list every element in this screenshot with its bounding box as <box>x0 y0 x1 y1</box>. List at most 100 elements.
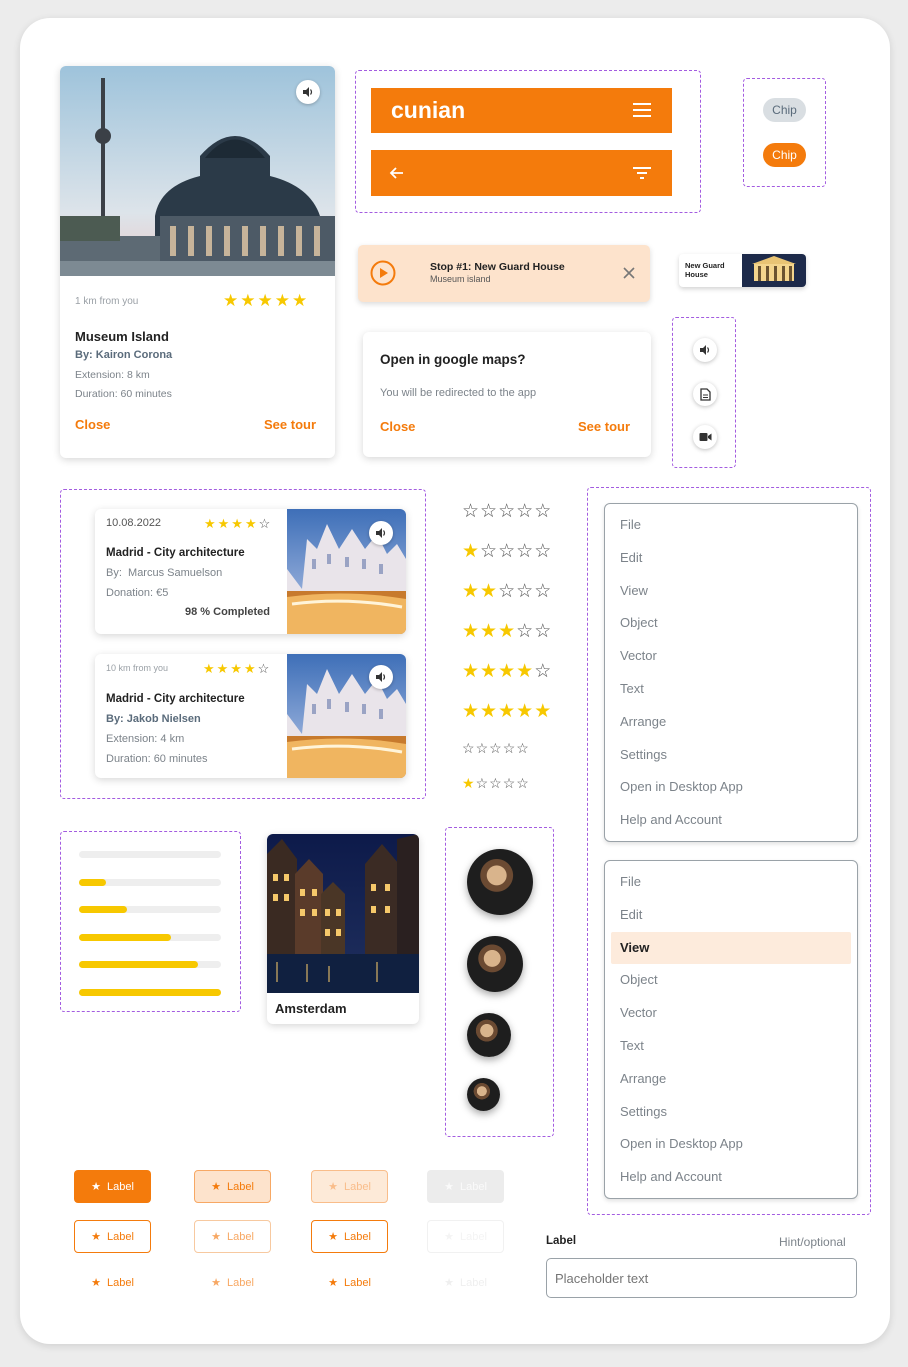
star-icon[interactable]: ★ <box>516 661 534 682</box>
sound-button[interactable] <box>369 521 393 545</box>
menu-item-file[interactable]: File <box>605 866 857 899</box>
filter-button[interactable] <box>633 165 651 181</box>
video-fab[interactable] <box>693 425 717 449</box>
menu-item-view[interactable]: View <box>611 931 851 965</box>
star-icon[interactable]: ★ <box>462 581 480 602</box>
menu-item-view[interactable]: View <box>605 575 857 608</box>
chip-selected[interactable]: Chip <box>763 143 806 167</box>
menu-item-vector[interactable]: Vector <box>605 640 857 673</box>
menu-item-text[interactable]: Text <box>605 673 857 706</box>
star-rating-row[interactable]: ★☆☆☆☆ <box>462 540 552 563</box>
star-icon[interactable]: ☆ <box>480 541 498 562</box>
star-icon[interactable]: ☆ <box>489 740 503 756</box>
stop-banner[interactable]: Stop #1: New Guard House Museum island <box>358 245 650 302</box>
star-rating-row[interactable]: ☆☆☆☆☆ <box>462 740 530 757</box>
star-icon[interactable]: ★ <box>498 621 516 642</box>
label-button-outlined-disabled[interactable]: ★ Label <box>427 1220 504 1253</box>
mini-place-card[interactable]: New Guard House <box>679 254 806 287</box>
label-button-filled-pressed[interactable]: ★ Label <box>311 1170 388 1203</box>
star-rating-row[interactable]: ★★★★★ <box>462 700 552 723</box>
label-button-outlined-default[interactable]: ★ Label <box>74 1220 151 1253</box>
label-button-filled-hover[interactable]: ★ Label <box>194 1170 271 1203</box>
menu-item-text[interactable]: Text <box>605 1030 857 1063</box>
star-icon[interactable]: ☆ <box>498 501 516 522</box>
star-icon[interactable]: ☆ <box>480 501 498 522</box>
menu-item-settings[interactable]: Settings <box>605 739 857 772</box>
star-icon[interactable]: ☆ <box>476 740 490 756</box>
menu-item-open-in-desktop-app[interactable]: Open in Desktop App <box>605 1128 857 1161</box>
star-icon[interactable]: ★ <box>498 661 516 682</box>
document-fab[interactable] <box>693 382 717 406</box>
star-rating-row[interactable]: ★★☆☆☆ <box>462 580 552 603</box>
menu-item-help-and-account[interactable]: Help and Account <box>605 1161 857 1194</box>
label-button-filled-disabled[interactable]: ★ Label <box>427 1170 504 1203</box>
star-icon[interactable]: ★ <box>480 701 498 722</box>
star-icon[interactable]: ☆ <box>534 541 552 562</box>
star-icon[interactable]: ☆ <box>516 541 534 562</box>
menu-item-object[interactable]: Object <box>605 607 857 640</box>
dialog-close-button[interactable]: Close <box>380 419 415 434</box>
star-icon[interactable]: ★ <box>516 701 534 722</box>
donation-card[interactable]: 10.08.2022 ★★★★☆ Madrid - City architect… <box>95 509 406 634</box>
sound-button[interactable] <box>369 665 393 689</box>
close-banner-button[interactable] <box>623 267 635 279</box>
play-button[interactable] <box>370 260 396 286</box>
label-button-text-default[interactable]: ★ Label <box>74 1266 151 1299</box>
star-icon[interactable]: ★ <box>480 621 498 642</box>
label-button-outlined-hover[interactable]: ★ Label <box>194 1220 271 1253</box>
star-icon[interactable]: ☆ <box>534 501 552 522</box>
city-card[interactable]: Amsterdam <box>267 834 419 1024</box>
star-icon[interactable]: ★ <box>534 701 552 722</box>
star-rating-row[interactable]: ☆☆☆☆☆ <box>462 500 552 523</box>
label-button-text-hover[interactable]: ★ Label <box>194 1266 271 1299</box>
menu-item-file[interactable]: File <box>605 509 857 542</box>
star-icon[interactable]: ★ <box>480 581 498 602</box>
menu-item-edit[interactable]: Edit <box>605 899 857 932</box>
see-tour-button[interactable]: See tour <box>264 417 316 432</box>
star-icon[interactable]: ★ <box>462 775 476 791</box>
menu-item-edit[interactable]: Edit <box>605 542 857 575</box>
chip-neutral[interactable]: Chip <box>763 98 806 122</box>
menu-item-arrange[interactable]: Arrange <box>605 706 857 739</box>
menu-item-object[interactable]: Object <box>605 964 857 997</box>
star-icon[interactable]: ☆ <box>534 621 552 642</box>
star-icon[interactable]: ★ <box>498 701 516 722</box>
star-icon[interactable]: ☆ <box>476 775 490 791</box>
star-rating-row[interactable]: ★☆☆☆☆ <box>462 775 530 792</box>
menu-button[interactable] <box>633 102 651 118</box>
star-icon[interactable]: ☆ <box>516 501 534 522</box>
star-rating-row[interactable]: ★★★★☆ <box>462 660 552 683</box>
star-icon[interactable]: ★ <box>462 661 480 682</box>
star-icon[interactable]: ★ <box>462 621 480 642</box>
label-button-text-disabled[interactable]: ★ Label <box>427 1266 504 1299</box>
menu-item-vector[interactable]: Vector <box>605 997 857 1030</box>
star-icon[interactable]: ☆ <box>516 621 534 642</box>
star-icon[interactable]: ☆ <box>516 581 534 602</box>
star-icon[interactable]: ☆ <box>462 501 480 522</box>
label-button-text-pressed[interactable]: ★ Label <box>311 1266 388 1299</box>
sound-fab[interactable] <box>693 338 717 362</box>
star-icon[interactable]: ★ <box>462 541 480 562</box>
star-icon[interactable]: ☆ <box>516 775 530 791</box>
star-icon[interactable]: ☆ <box>498 541 516 562</box>
label-button-outlined-pressed[interactable]: ★ Label <box>311 1220 388 1253</box>
close-button[interactable]: Close <box>75 417 110 432</box>
menu-item-arrange[interactable]: Arrange <box>605 1063 857 1096</box>
star-icon[interactable]: ☆ <box>534 661 552 682</box>
menu-item-help-and-account[interactable]: Help and Account <box>605 804 857 837</box>
star-icon[interactable]: ★ <box>480 661 498 682</box>
menu-item-open-in-desktop-app[interactable]: Open in Desktop App <box>605 771 857 804</box>
back-button[interactable] <box>389 165 405 181</box>
star-rating-row[interactable]: ★★★☆☆ <box>462 620 552 643</box>
star-icon[interactable]: ★ <box>462 701 480 722</box>
star-icon[interactable]: ☆ <box>489 775 503 791</box>
star-icon[interactable]: ☆ <box>498 581 516 602</box>
dialog-see-tour-button[interactable]: See tour <box>578 419 630 434</box>
star-icon[interactable]: ☆ <box>462 740 476 756</box>
text-input[interactable] <box>546 1258 857 1298</box>
star-icon[interactable]: ☆ <box>503 775 517 791</box>
star-icon[interactable]: ☆ <box>516 740 530 756</box>
distance-card[interactable]: 10 km from you ★★★★☆ Madrid - City archi… <box>95 654 406 778</box>
menu-item-settings[interactable]: Settings <box>605 1096 857 1129</box>
sound-button[interactable] <box>296 80 320 104</box>
